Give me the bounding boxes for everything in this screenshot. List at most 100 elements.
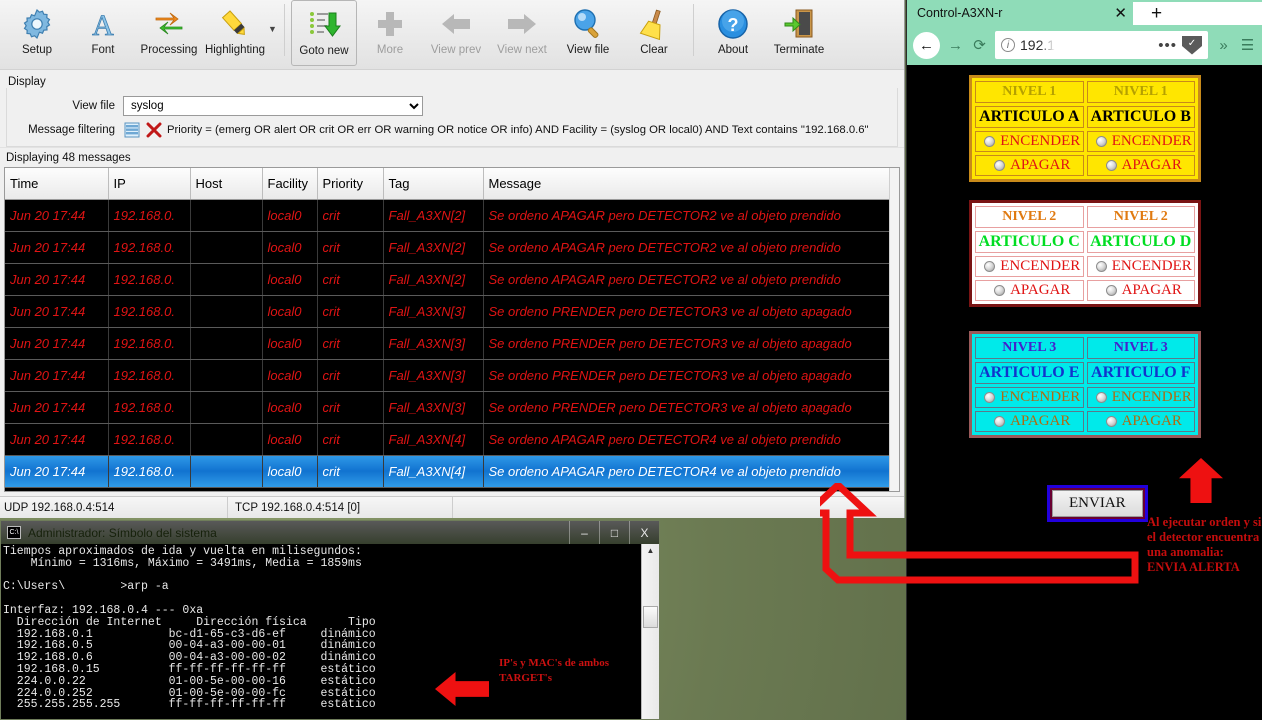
url-text: 192.1: [1020, 37, 1055, 53]
column-header-message[interactable]: Message: [483, 168, 900, 199]
cell-tag: Fall_A3XN[4]: [383, 423, 483, 455]
close-button[interactable]: X: [629, 521, 659, 544]
radio-apagar-a[interactable]: APAGAR: [975, 155, 1084, 176]
log-grid[interactable]: Time IP Host Facility Priority Tag Messa…: [4, 167, 900, 492]
cell-tag: Fall_A3XN[3]: [383, 327, 483, 359]
panel-on-row: ENCENDER ENCENDER: [975, 256, 1195, 277]
cmd-scrollbar[interactable]: ▲: [641, 544, 659, 720]
forward-button[interactable]: →: [947, 37, 964, 54]
cmd-titlebar[interactable]: C:\ Administrador: Símbolo del sistema –…: [1, 521, 659, 544]
toolbar-button-about[interactable]: ? About: [700, 0, 766, 66]
highlighting-dropdown-caret[interactable]: ▼: [268, 24, 278, 34]
cell-tag: Fall_A3XN[3]: [383, 359, 483, 391]
column-header-tag[interactable]: Tag: [383, 168, 483, 199]
enviar-button[interactable]: ENVIAR: [1047, 485, 1148, 522]
page-actions-icon[interactable]: •••: [1158, 37, 1177, 54]
view-file-select[interactable]: syslog: [123, 96, 423, 116]
table-row[interactable]: Jun 20 17:44192.168.0.local0critFall_A3X…: [5, 263, 900, 295]
column-header-ip[interactable]: IP: [108, 168, 190, 199]
toolbar-button-more[interactable]: More: [357, 0, 423, 66]
column-header-host[interactable]: Host: [190, 168, 262, 199]
radio-label: ENCENDER: [1000, 389, 1080, 405]
radio-encender-e[interactable]: ENCENDER: [975, 387, 1084, 408]
grid-vertical-scrollbar[interactable]: [889, 168, 899, 491]
table-row[interactable]: Jun 20 17:44192.168.0.local0critFall_A3X…: [5, 327, 900, 359]
cmd-console-area[interactable]: Tiempos aproximados de ida y vuelta en m…: [1, 544, 659, 720]
toolbar-button-goto-new[interactable]: Goto new: [291, 0, 357, 66]
radio-encender-b[interactable]: ENCENDER: [1087, 131, 1196, 152]
new-tab-button[interactable]: +: [1133, 2, 1262, 25]
table-row[interactable]: Jun 20 17:44192.168.0.local0critFall_A3X…: [5, 423, 900, 455]
reload-button[interactable]: ⟳: [971, 36, 988, 54]
toolbar-button-view-prev[interactable]: View prev: [423, 0, 489, 66]
toolbar-button-setup[interactable]: Setup: [4, 0, 70, 66]
view-file-label: View file: [11, 100, 123, 112]
status-empty: [453, 497, 905, 518]
table-row[interactable]: Jun 20 17:44192.168.0.local0critFall_A3X…: [5, 391, 900, 423]
minimize-button[interactable]: –: [569, 521, 599, 544]
browser-tab[interactable]: Control-A3XN-r ✕: [907, 0, 1133, 25]
panel-article-row: ARTICULO E ARTICULO F: [975, 362, 1195, 384]
radio-encender-c[interactable]: ENCENDER: [975, 256, 1084, 277]
radio-apagar-c[interactable]: APAGAR: [975, 280, 1084, 301]
radio-encender-f[interactable]: ENCENDER: [1087, 387, 1196, 408]
info-icon[interactable]: i: [1001, 38, 1015, 52]
table-row[interactable]: Jun 20 17:44192.168.0.local0critFall_A3X…: [5, 231, 900, 263]
panel-header-left: NIVEL 1: [975, 81, 1084, 103]
address-bar[interactable]: i 192.1 ••• ✓: [995, 31, 1208, 59]
column-header-facility[interactable]: Facility: [262, 168, 317, 199]
scroll-thumb[interactable]: [643, 606, 658, 628]
svg-text:?: ?: [728, 15, 739, 35]
radio-apagar-f[interactable]: APAGAR: [1087, 411, 1196, 432]
menu-button[interactable]: ☰: [1239, 36, 1256, 54]
radio-icon: [984, 261, 995, 272]
cmd-title-text: Administrador: Símbolo del sistema: [28, 526, 217, 540]
radio-apagar-e[interactable]: APAGAR: [975, 411, 1084, 432]
toolbar-button-view-file[interactable]: View file: [555, 0, 621, 66]
panel-header-left: NIVEL 2: [975, 206, 1084, 228]
table-row-selected[interactable]: Jun 20 17:44192.168.0.local0critFall_A3X…: [5, 455, 900, 487]
cell-tag: Fall_A3XN[4]: [383, 455, 483, 487]
cell-message: Se ordeno PRENDER pero DETECTOR3 ve al o…: [483, 359, 900, 391]
toolbar-label: Goto new: [299, 45, 348, 57]
cell-message: Se ordeno APAGAR pero DETECTOR2 ve al ob…: [483, 199, 900, 231]
column-header-priority[interactable]: Priority: [317, 168, 383, 199]
syslog-toolbar: Setup A Font Processing: [0, 0, 904, 70]
toolbar-button-processing[interactable]: Processing: [136, 0, 202, 66]
shield-icon[interactable]: ✓: [1182, 36, 1202, 55]
scroll-up-icon[interactable]: ▲: [642, 544, 659, 555]
cell-facility: local0: [262, 327, 317, 359]
table-row[interactable]: Jun 20 17:44192.168.0.local0critFall_A3X…: [5, 199, 900, 231]
column-header-time[interactable]: Time: [5, 168, 108, 199]
table-row[interactable]: Jun 20 17:44192.168.0.local0critFall_A3X…: [5, 295, 900, 327]
radio-encender-a[interactable]: ENCENDER: [975, 131, 1084, 152]
panel-on-row: ENCENDER ENCENDER: [975, 387, 1195, 408]
cell-priority: crit: [317, 295, 383, 327]
panel-article-left: ARTICULO E: [975, 362, 1084, 384]
toolbar-button-view-next[interactable]: View next: [489, 0, 555, 66]
radio-apagar-b[interactable]: APAGAR: [1087, 155, 1196, 176]
cell-facility: local0: [262, 359, 317, 391]
radio-encender-d[interactable]: ENCENDER: [1087, 256, 1196, 277]
radio-icon: [1106, 160, 1117, 171]
filter-edit-icon[interactable]: [123, 121, 141, 139]
toolbar-button-clear[interactable]: Clear: [621, 0, 687, 66]
close-icon[interactable]: ✕: [1114, 4, 1127, 22]
table-row[interactable]: Jun 20 17:44192.168.0.local0critFall_A3X…: [5, 359, 900, 391]
panel-table-nivel3: NIVEL 3 NIVEL 3 ARTICULO E ARTICULO F EN…: [972, 334, 1198, 435]
maximize-button[interactable]: □: [599, 521, 629, 544]
toolbar-label: View prev: [431, 44, 481, 56]
panel-article-right: ARTICULO B: [1087, 106, 1196, 128]
cell-priority: crit: [317, 423, 383, 455]
overflow-button[interactable]: »: [1215, 37, 1232, 54]
toolbar-button-terminate[interactable]: Terminate: [766, 0, 832, 66]
radio-apagar-d[interactable]: APAGAR: [1087, 280, 1196, 301]
back-button[interactable]: ←: [913, 32, 940, 59]
radio-icon: [1106, 285, 1117, 296]
radio-icon: [1096, 392, 1107, 403]
cell-time: Jun 20 17:44: [5, 231, 108, 263]
toolbar-button-highlighting[interactable]: Highlighting: [202, 0, 268, 66]
filter-clear-icon[interactable]: [145, 121, 163, 139]
radio-icon: [984, 392, 995, 403]
toolbar-button-font[interactable]: A Font: [70, 0, 136, 66]
